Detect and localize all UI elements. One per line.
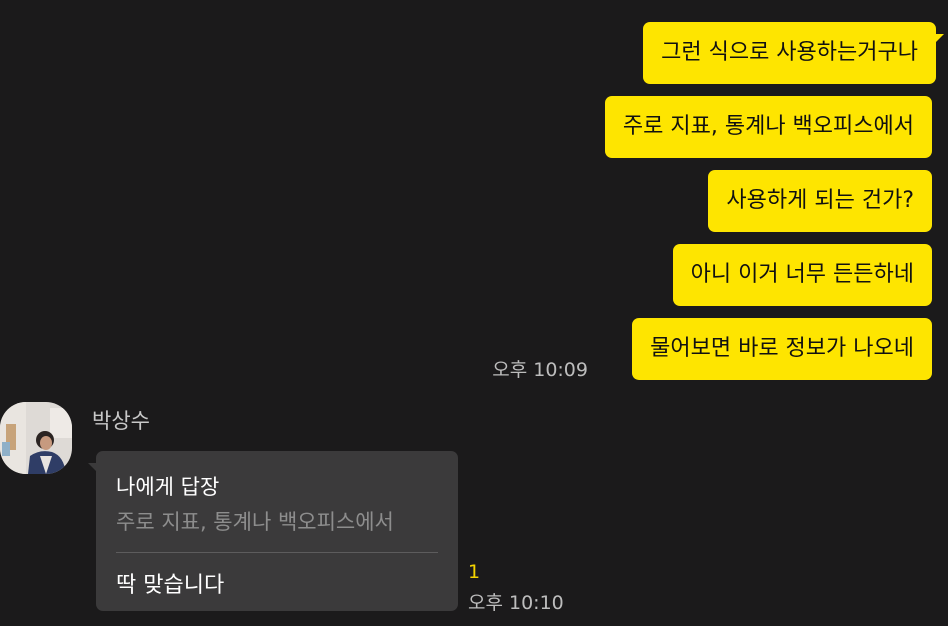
- divider: [116, 552, 438, 553]
- unread-count: 1: [468, 561, 481, 583]
- message-text: 딱 맞습니다: [116, 573, 225, 598]
- message-text: 주로 지표, 통계나 백오피스에서: [622, 114, 914, 139]
- message-text: 아니 이거 너무 든든하네: [690, 262, 914, 287]
- incoming-timestamp: 오후 10:10: [468, 592, 564, 614]
- outgoing-message[interactable]: 물어보면 바로 정보가 나오네: [632, 318, 932, 380]
- bubble-tail: [933, 34, 944, 45]
- avatar-photo-icon: [0, 402, 72, 474]
- incoming-reply-message[interactable]: 나에게 답장 주로 지표, 통계나 백오피스에서 딱 맞습니다: [88, 451, 458, 611]
- reply-quote[interactable]: 주로 지표, 통계나 백오피스에서: [116, 506, 394, 536]
- outgoing-message[interactable]: 주로 지표, 통계나 백오피스에서: [604, 96, 932, 158]
- sender-name: 박상수: [92, 409, 150, 433]
- message-text: 물어보면 바로 정보가 나오네: [650, 336, 914, 361]
- message-text: 그런 식으로 사용하는거구나: [661, 40, 918, 65]
- reply-header: 나에게 답장: [116, 475, 220, 499]
- outgoing-message[interactable]: 그런 식으로 사용하는거구나: [643, 22, 944, 84]
- outgoing-message[interactable]: 사용하게 되는 건가?: [708, 170, 932, 232]
- outgoing-message[interactable]: 아니 이거 너무 든든하네: [672, 244, 932, 306]
- bubble-tail: [88, 463, 99, 474]
- outgoing-timestamp: 오후 10:09: [492, 359, 588, 381]
- avatar[interactable]: [0, 402, 72, 474]
- message-text: 사용하게 되는 건가?: [726, 188, 914, 213]
